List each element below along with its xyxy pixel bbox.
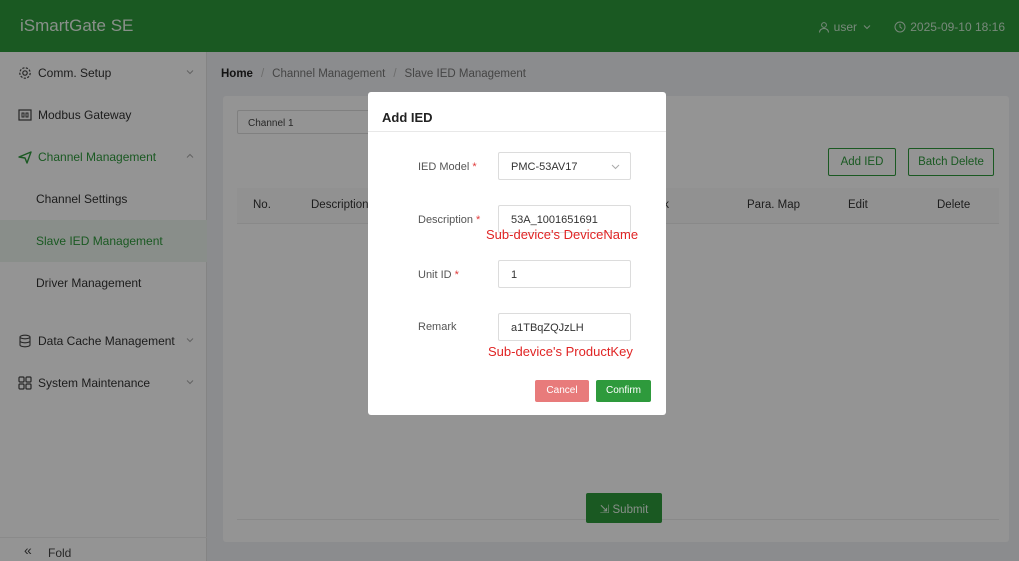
remark-value: a1TBqZQJzLH: [511, 322, 584, 334]
productkey-annotation: Sub-device's ProductKey: [488, 344, 633, 359]
remark-field[interactable]: a1TBqZQJzLH: [498, 313, 631, 341]
unit-id-field[interactable]: 1: [498, 260, 631, 288]
description-label-text: Description: [418, 214, 474, 226]
description-label: Description *: [418, 214, 480, 226]
dialog-divider: [368, 131, 666, 132]
description-value: 53A_1001651691: [511, 214, 598, 226]
remark-label: Remark: [418, 321, 457, 333]
add-ied-dialog: Add IED IED Model * PMC-53AV17 Descriptio…: [368, 92, 666, 415]
ied-model-value: PMC-53AV17: [511, 161, 578, 173]
chevron-down-icon: [611, 164, 620, 170]
ied-model-select[interactable]: PMC-53AV17: [498, 152, 631, 180]
ied-model-label-text: IED Model: [418, 161, 470, 173]
required-mark: *: [472, 161, 477, 173]
confirm-button[interactable]: Confirm: [596, 380, 651, 402]
required-mark: *: [454, 269, 459, 281]
ied-model-label: IED Model *: [418, 161, 477, 173]
unit-id-value: 1: [511, 269, 518, 281]
dialog-title: Add IED: [382, 110, 433, 125]
devicename-annotation: Sub-device's DeviceName: [486, 227, 639, 242]
cancel-button[interactable]: Cancel: [535, 380, 589, 402]
required-mark: *: [476, 214, 481, 226]
unit-id-label-text: Unit ID: [418, 269, 452, 281]
unit-id-label: Unit ID *: [418, 269, 459, 281]
remark-label-text: Remark: [418, 321, 457, 333]
